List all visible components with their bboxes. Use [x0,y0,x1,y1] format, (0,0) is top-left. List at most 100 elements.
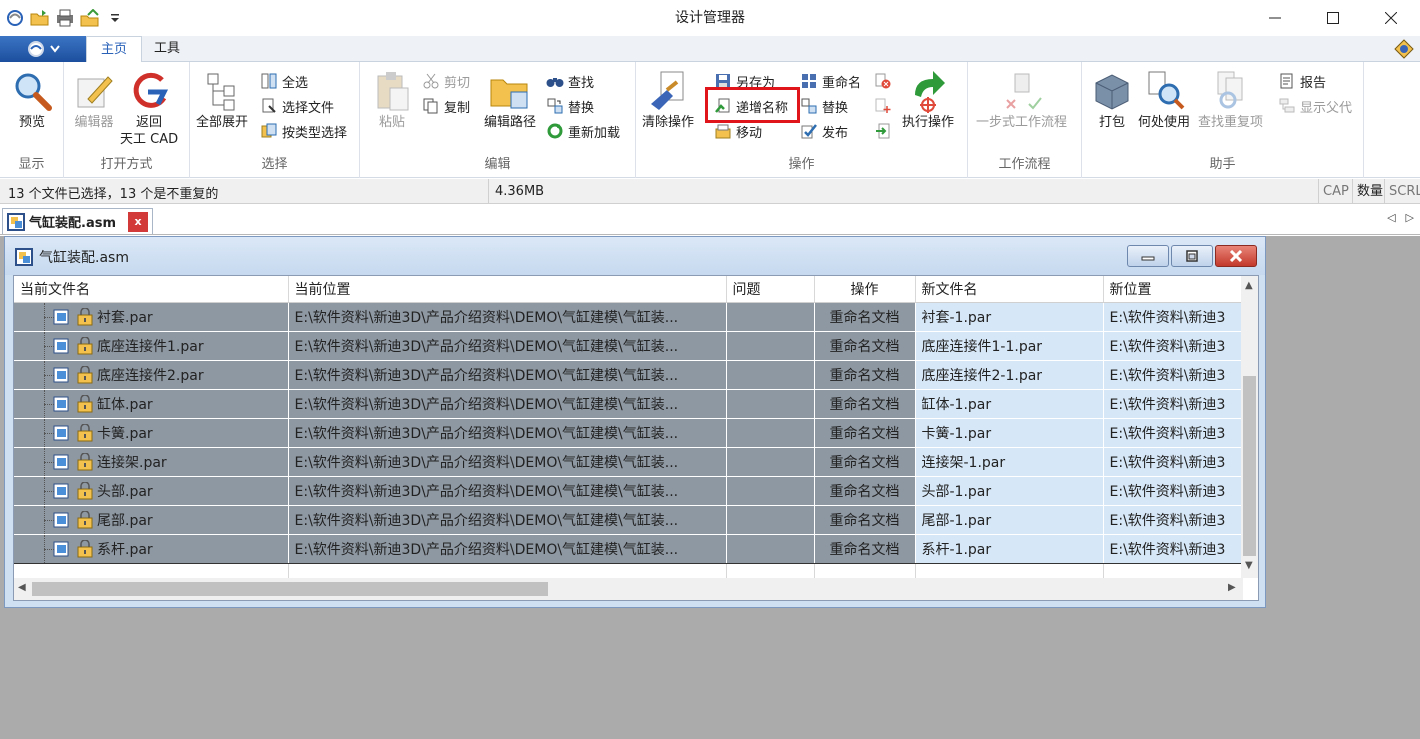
select-files-button[interactable]: 选择文件 [260,95,334,117]
operation-cell[interactable]: 重命名文档 [814,302,916,332]
child-restore-icon[interactable] [1171,245,1213,267]
current-location-cell[interactable]: E:\软件资料\新迪3D\产品介绍资料\DEMO\气缸建模\气缸装... [288,534,727,564]
current-location-cell[interactable]: E:\软件资料\新迪3D\产品介绍资料\DEMO\气缸建模\气缸装... [288,389,727,419]
current-location-cell[interactable]: E:\软件资料\新迪3D\产品介绍资料\DEMO\气缸建模\气缸装... [288,505,727,535]
paste-button[interactable]: 粘贴 [370,68,414,131]
operation-cell[interactable]: 重命名文档 [814,331,916,361]
scroll-up-icon[interactable]: ▲ [1245,280,1253,291]
col-current-location-header[interactable]: 当前位置 [288,276,727,303]
new-name-cell[interactable]: 缸体-1.par [915,389,1104,419]
new-location-cell[interactable]: E:\软件资料\新迪3 [1103,389,1244,419]
minimize-icon[interactable] [1246,0,1304,36]
col-new-location-header[interactable]: 新位置 [1103,276,1244,303]
tab-scroll-right-icon[interactable]: ▷ [1406,211,1414,224]
issue-cell[interactable] [726,418,815,448]
operation-cell[interactable]: 重命名文档 [814,534,916,564]
child-close-icon[interactable] [1215,245,1257,267]
issue-cell[interactable] [726,331,815,361]
new-name-cell[interactable]: 底座连接件2-1.par [915,360,1104,390]
current-name-cell[interactable]: 底座连接件1.par [14,331,289,361]
new-name-cell[interactable]: 系杆-1.par [915,534,1104,564]
copy-button[interactable]: 复制 [422,95,470,117]
move-button[interactable]: 移动 [714,120,762,142]
vertical-scroll-thumb[interactable] [1243,376,1256,556]
issue-cell[interactable] [726,360,815,390]
editor-button[interactable]: 编辑器 [72,68,116,131]
tab-home[interactable]: 主页 [86,36,143,63]
export-op-button[interactable] [874,120,892,142]
current-name-cell[interactable]: 系杆.par [14,534,289,564]
operation-cell[interactable]: 重命名文档 [814,505,916,535]
app-logo-icon[interactable] [4,7,26,29]
new-name-cell[interactable]: 卡簧-1.par [915,418,1104,448]
current-name-cell[interactable]: 尾部.par [14,505,289,535]
select-all-button[interactable]: 全选 [260,70,308,92]
current-name-cell[interactable]: 底座连接件2.par [14,360,289,390]
col-current-name-header[interactable]: 当前文件名 [14,276,289,303]
publish-button[interactable]: 发布 [800,120,848,142]
child-minimize-icon[interactable] [1127,245,1169,267]
where-used-button[interactable]: 何处使用 [1138,68,1190,131]
undo-folder-icon[interactable] [79,7,101,29]
new-name-cell[interactable]: 连接架-1.par [915,447,1104,477]
issue-cell[interactable] [726,476,815,506]
scroll-right-icon[interactable]: ▶ [1228,582,1236,593]
current-location-cell[interactable]: E:\软件资料\新迪3D\产品介绍资料\DEMO\气缸建模\气缸装... [288,302,727,332]
report-button[interactable]: 报告 [1278,70,1326,92]
col-operation-header[interactable]: 操作 [814,276,916,303]
back-to-cad-button[interactable]: 返回 天工 CAD [120,68,178,148]
operation-cell[interactable]: 重命名文档 [814,476,916,506]
vertical-scrollbar[interactable]: ▲ ▼ [1241,276,1258,578]
find-button[interactable]: 查找 [546,70,594,92]
current-location-cell[interactable]: E:\软件资料\新迪3D\产品介绍资料\DEMO\气缸建模\气缸装... [288,418,727,448]
table-row[interactable]: 系杆.par E:\软件资料\新迪3D\产品介绍资料\DEMO\气缸建模\气缸装.… [14,534,1244,564]
close-icon[interactable] [1362,0,1420,36]
help-icon[interactable] [1394,39,1414,63]
col-new-name-header[interactable]: 新文件名 [915,276,1104,303]
operation-cell[interactable]: 重命名文档 [814,360,916,390]
document-tab[interactable]: 气缸装配.asm x [2,208,153,234]
table-row[interactable]: 头部.par E:\软件资料\新迪3D\产品介绍资料\DEMO\气缸建模\气缸装.… [14,476,1244,506]
scroll-down-icon[interactable]: ▼ [1245,560,1253,571]
application-menu-button[interactable] [0,36,86,62]
delete-op-button[interactable] [874,70,892,92]
new-location-cell[interactable]: E:\软件资料\新迪3 [1103,302,1244,332]
operation-cell[interactable]: 重命名文档 [814,447,916,477]
pack-button[interactable]: 打包 [1090,68,1134,131]
cut-button[interactable]: 剪切 [422,70,470,92]
new-location-cell[interactable]: E:\软件资料\新迪3 [1103,476,1244,506]
find-duplicates-button[interactable]: 查找重复项 [1198,68,1263,131]
execute-operations-button[interactable]: 执行操作 [902,68,954,131]
preview-button[interactable]: 预览 [10,68,54,131]
current-location-cell[interactable]: E:\软件资料\新迪3D\产品介绍资料\DEMO\气缸建模\气缸装... [288,476,727,506]
issue-cell[interactable] [726,447,815,477]
table-row[interactable]: 连接架.par E:\软件资料\新迪3D\产品介绍资料\DEMO\气缸建模\气缸装… [14,447,1244,477]
new-name-cell[interactable]: 头部-1.par [915,476,1104,506]
replace-edit-button[interactable]: 替换 [546,95,594,117]
new-location-cell[interactable]: E:\软件资料\新迪3 [1103,360,1244,390]
issue-cell[interactable] [726,505,815,535]
issue-cell[interactable] [726,302,815,332]
current-location-cell[interactable]: E:\软件资料\新迪3D\产品介绍资料\DEMO\气缸建模\气缸装... [288,331,727,361]
select-by-type-button[interactable]: 按类型选择 [260,120,347,142]
new-location-cell[interactable]: E:\软件资料\新迪3 [1103,418,1244,448]
col-issue-header[interactable]: 问题 [726,276,815,303]
table-row[interactable]: 缸体.par E:\软件资料\新迪3D\产品介绍资料\DEMO\气缸建模\气缸装.… [14,389,1244,419]
new-location-cell[interactable]: E:\软件资料\新迪3 [1103,447,1244,477]
horizontal-scroll-thumb[interactable] [32,582,548,596]
current-name-cell[interactable]: 衬套.par [14,302,289,332]
current-name-cell[interactable]: 头部.par [14,476,289,506]
table-row[interactable]: 衬套.par E:\软件资料\新迪3D\产品介绍资料\DEMO\气缸建模\气缸装.… [14,302,1244,332]
print-icon[interactable] [54,7,76,29]
rename-button[interactable]: 重命名 [800,70,861,92]
one-step-workflow-button[interactable]: 一步式工作流程 [976,68,1067,131]
open-folder-icon[interactable] [29,7,51,29]
maximize-icon[interactable] [1304,0,1362,36]
replace-operation-button[interactable]: 替换 [800,95,848,117]
current-name-cell[interactable]: 连接架.par [14,447,289,477]
table-row[interactable]: 底座连接件1.par E:\软件资料\新迪3D\产品介绍资料\DEMO\气缸建模\… [14,331,1244,361]
table-row[interactable]: 尾部.par E:\软件资料\新迪3D\产品介绍资料\DEMO\气缸建模\气缸装.… [14,505,1244,535]
operation-cell[interactable]: 重命名文档 [814,389,916,419]
horizontal-scrollbar[interactable]: ◀ ▶ [14,578,1243,600]
current-location-cell[interactable]: E:\软件资料\新迪3D\产品介绍资料\DEMO\气缸建模\气缸装... [288,447,727,477]
